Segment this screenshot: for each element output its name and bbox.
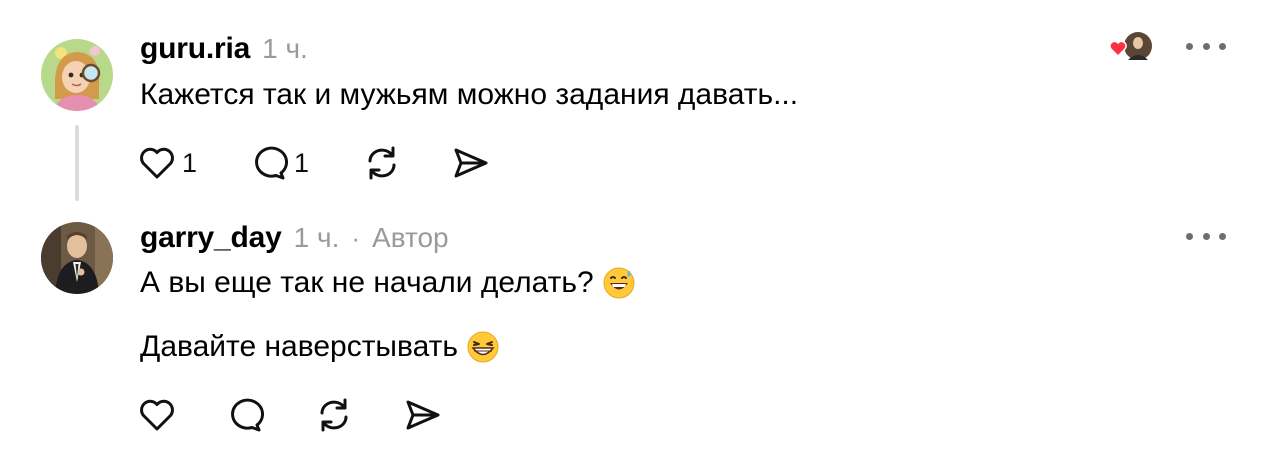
username[interactable]: garry_day — [140, 221, 282, 255]
separator-dot: · — [351, 223, 361, 253]
share-button[interactable] — [404, 397, 442, 433]
timestamp[interactable]: 1 ч. — [294, 222, 340, 254]
beaming-face-emoji-icon — [467, 331, 499, 363]
avatar[interactable] — [41, 39, 113, 111]
repost-button[interactable] — [314, 397, 354, 433]
more-dot — [1202, 42, 1210, 50]
more-dots-icon — [1186, 42, 1193, 50]
grinning-sweat-emoji-icon — [603, 267, 635, 299]
comment-text: Кажется так и мужьям можно задания дават… — [140, 78, 799, 111]
share-button[interactable] — [452, 145, 490, 181]
like-button[interactable]: 1 — [138, 145, 197, 181]
comment-header: garry_day 1 ч. · Автор — [140, 221, 449, 255]
comment-thread: guru.ria 1 ч. Кажется так и мужьям можно… — [0, 0, 1266, 460]
more-dot — [1219, 232, 1226, 240]
more-options-button[interactable] — [1186, 36, 1226, 56]
comment-text: А вы еще так не начали делать? — [140, 266, 594, 299]
reply-button[interactable] — [226, 397, 264, 433]
username[interactable]: guru.ria — [140, 32, 250, 66]
repost-icon — [320, 398, 348, 432]
more-options-button[interactable] — [1186, 226, 1226, 246]
avatar-image — [41, 39, 113, 111]
thread-line — [75, 125, 79, 201]
repost-button[interactable] — [362, 145, 402, 181]
heart-icon — [140, 147, 174, 179]
send-icon — [406, 400, 440, 430]
comment-bubble-icon — [231, 398, 264, 432]
heart-avatar-icon — [1109, 32, 1152, 60]
comment-text: Давайте наверстывать — [140, 330, 458, 363]
avatar[interactable] — [41, 222, 113, 294]
comment-text-line: А вы еще так не начали делать? — [140, 266, 636, 300]
reply-button[interactable]: 1 — [250, 145, 309, 181]
comment-bubble-icon — [255, 146, 288, 180]
send-icon — [454, 148, 488, 178]
comment-text-line: Давайте наверстывать — [140, 330, 500, 364]
liked-by-indicator[interactable] — [1108, 30, 1154, 62]
more-dot — [1219, 42, 1226, 50]
reply-count: 1 — [294, 147, 310, 178]
more-dot — [1202, 232, 1210, 240]
repost-icon — [368, 146, 396, 180]
more-dots-icon — [1186, 232, 1193, 240]
comment-header: guru.ria 1 ч. — [140, 32, 308, 66]
author-badge: Автор — [372, 222, 449, 253]
heart-icon — [140, 399, 174, 431]
like-count: 1 — [182, 147, 198, 178]
avatar-image — [41, 222, 113, 294]
timestamp[interactable]: 1 ч. — [262, 33, 308, 65]
like-button[interactable] — [138, 397, 176, 433]
